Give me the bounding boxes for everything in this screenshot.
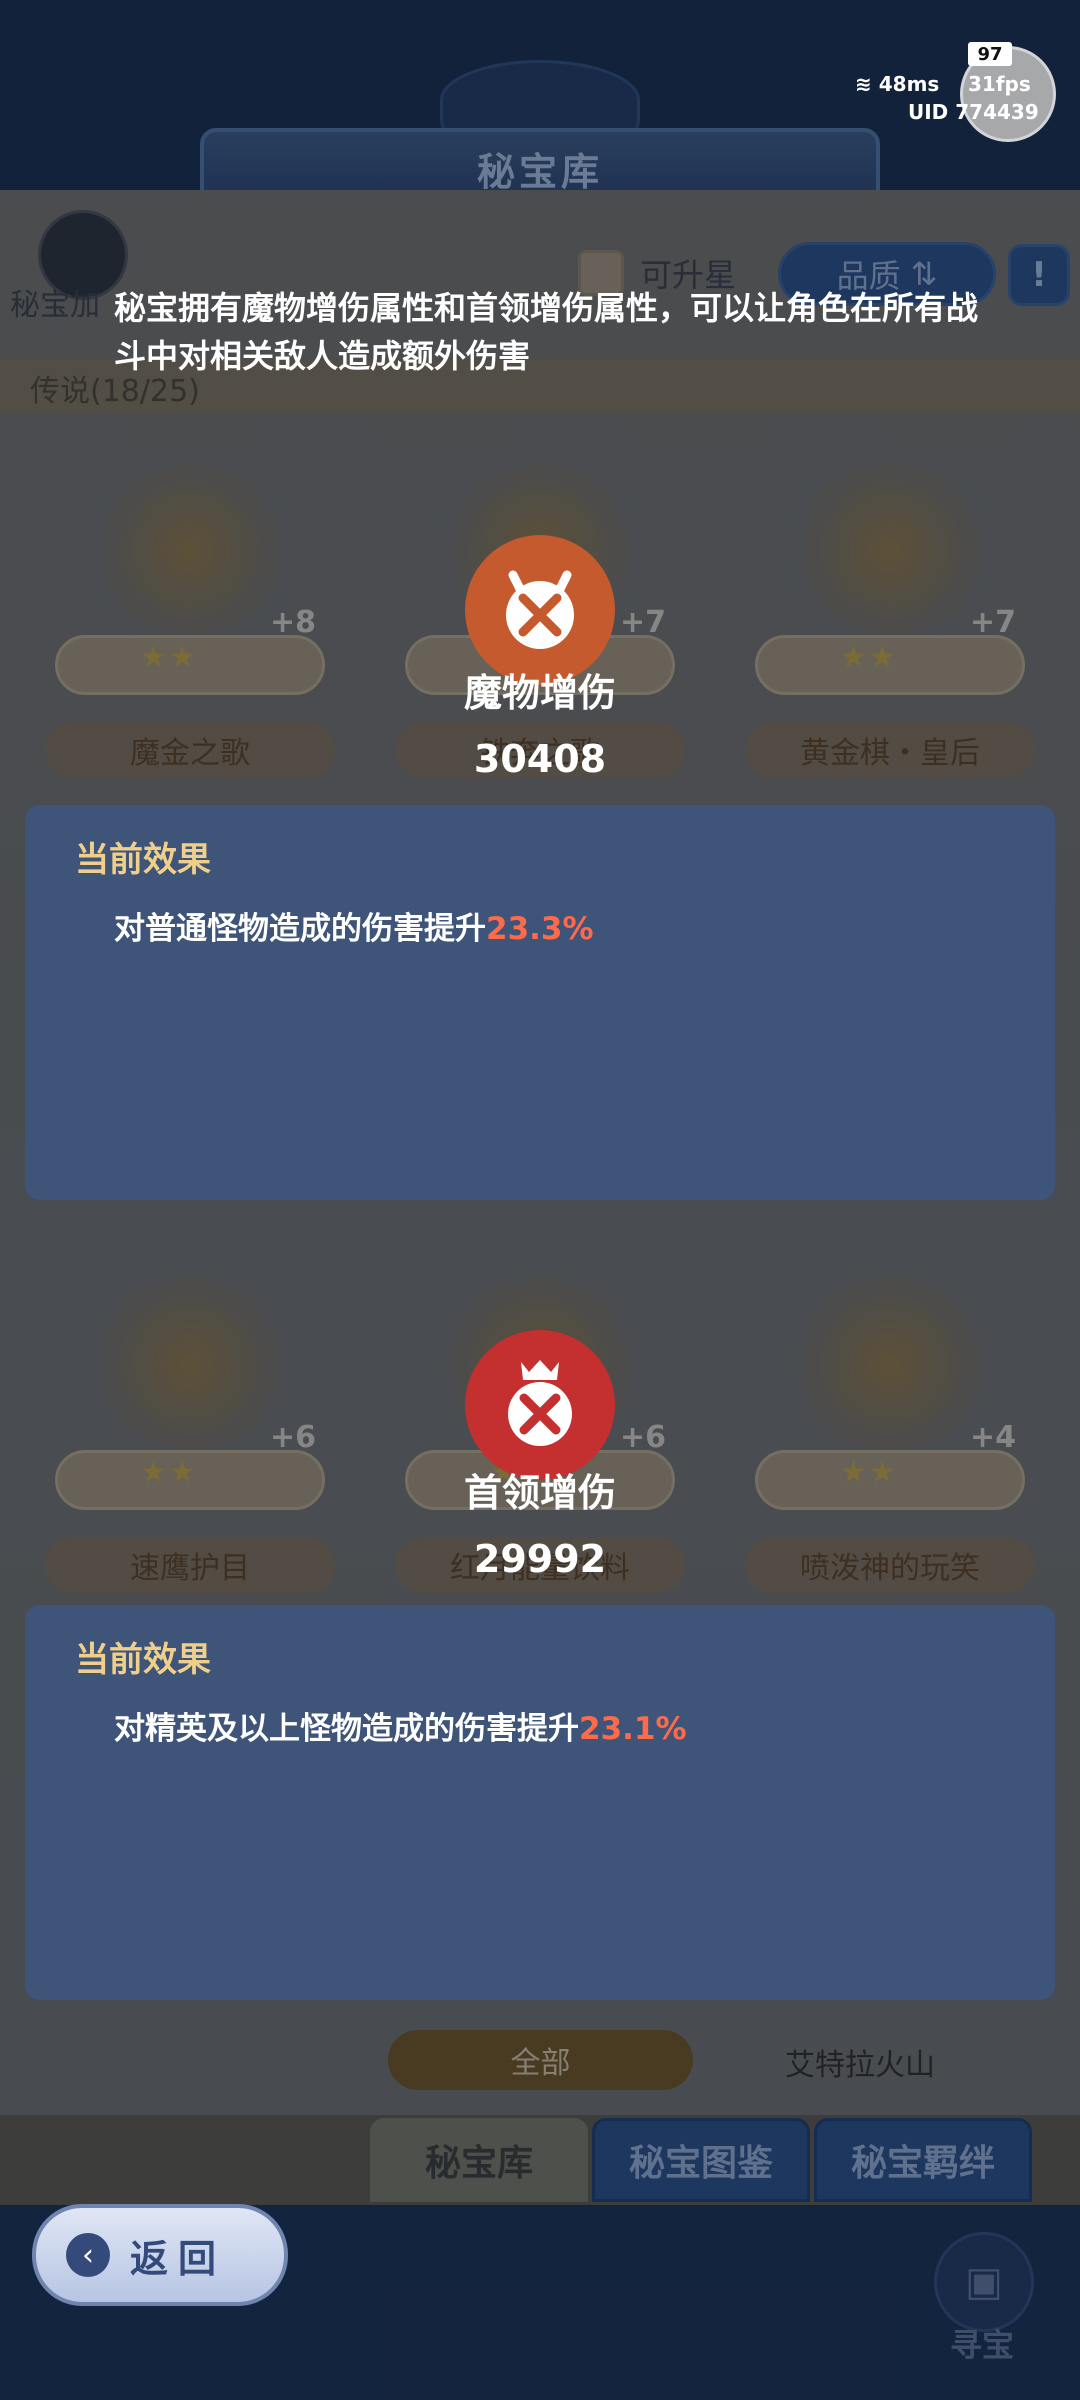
wifi-icon: ≋ [855,72,879,96]
ping-value: 48ms [878,72,940,96]
crowned-swords-icon [508,1360,572,1446]
effect-text: 对精英及以上怪物造成的伤害提升 [114,1711,579,1747]
effect-heading: 当前效果 [75,840,211,880]
crossed-swords-icon [506,570,574,649]
boss-damage-value: 29992 [473,1537,607,1581]
tooltip-intro: 秘宝拥有魔物增伤属性和首领增伤属性，可以让角色在所有战斗中对相关敌人造成额外伤害 [114,289,979,375]
wifi-ping: ≋ 48ms [855,72,939,96]
effect-heading: 当前效果 [75,1640,211,1680]
back-button[interactable]: ‹ 返回 [32,2204,288,2306]
back-label: 返回 [130,2236,227,2281]
uid-label: UID 774439 [908,100,1039,124]
effect-percent: 23.3% [486,911,594,947]
monster-damage-value: 30408 [473,737,607,781]
fps-value: 31fps [968,72,1031,96]
effect-text: 对普通怪物造成的伤害提升 [114,911,486,947]
hud-counter: 97 [968,42,1012,66]
effect-percent: 23.1% [579,1711,687,1747]
effect-description: 对普通怪物造成的伤害提升23.3% [114,903,594,948]
boss-damage-icon [465,1330,615,1480]
chevron-left-icon: ‹ [66,2233,110,2277]
boss-damage-title: 首领增伤 [463,1471,616,1515]
monster-damage-title: 魔物增伤 [463,671,616,715]
effect-description: 对精英及以上怪物造成的伤害提升23.1% [114,1703,687,1748]
